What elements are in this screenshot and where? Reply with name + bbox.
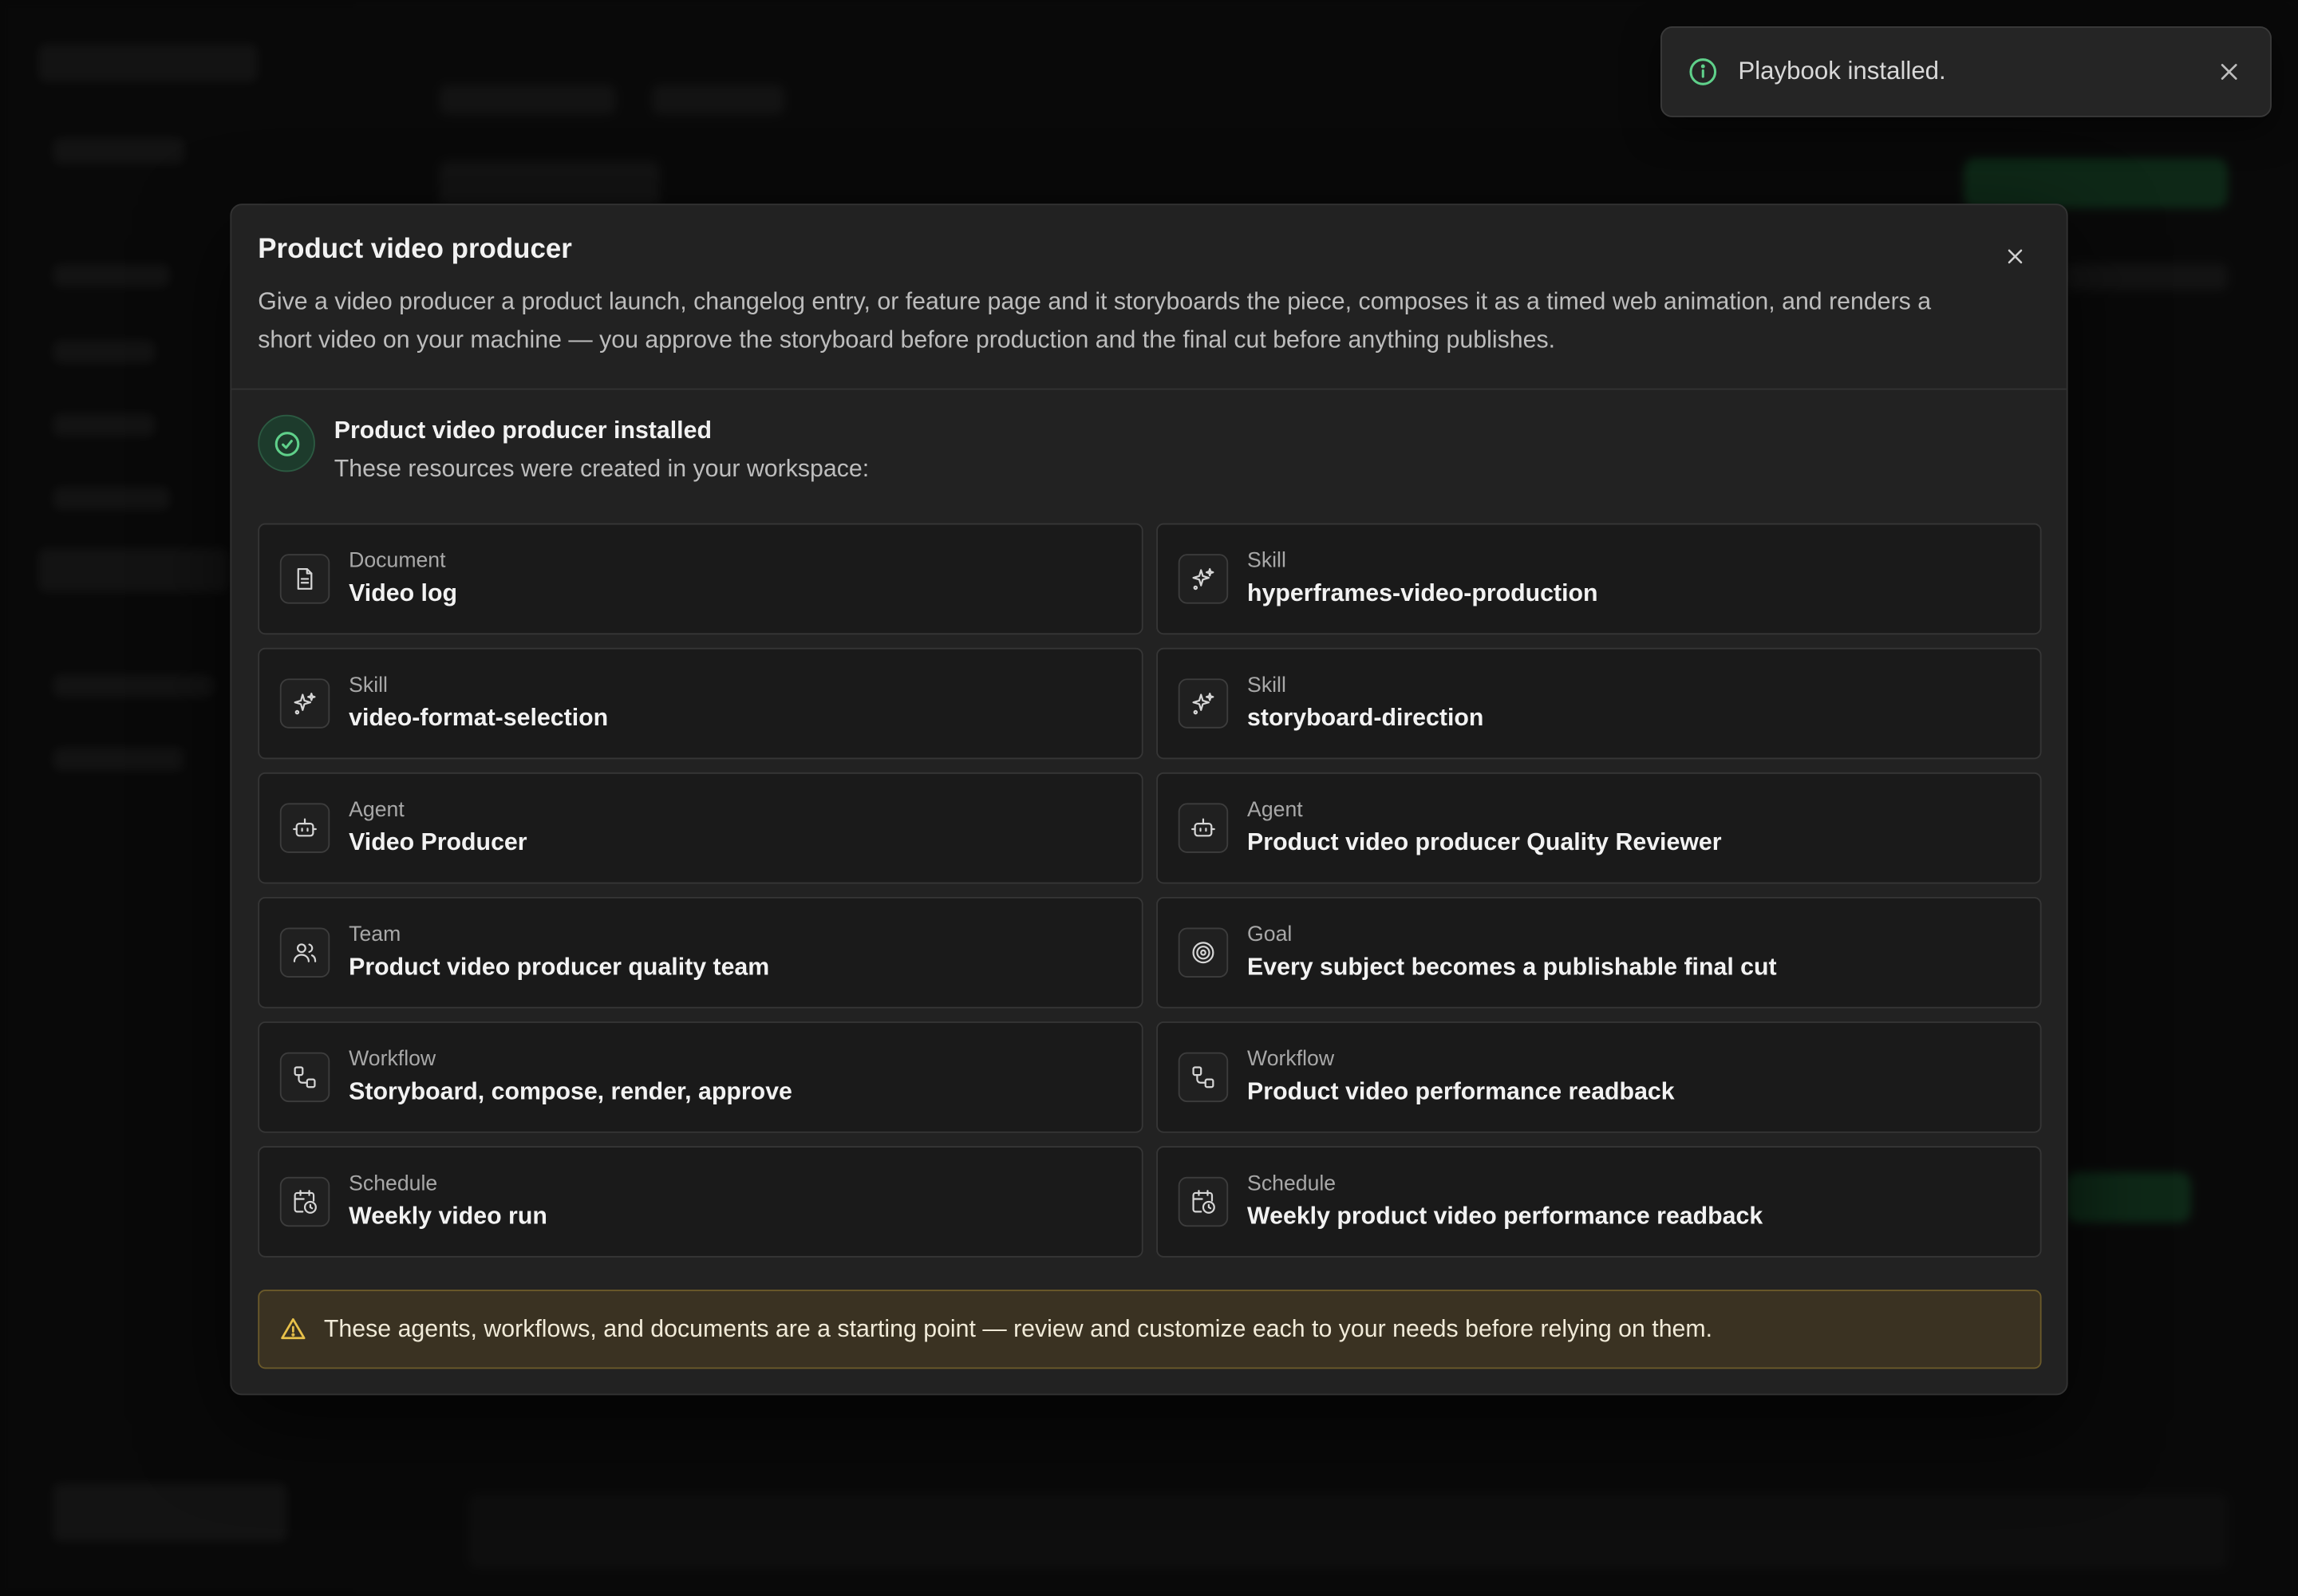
resource-type: Skill: [1247, 549, 1286, 574]
resource-name: Product video producer quality team: [349, 954, 770, 981]
resource-card[interactable]: Schedule Weekly product video performance…: [1156, 1146, 2042, 1258]
installed-title: Product video producer installed: [334, 417, 712, 444]
toast-message: Playbook installed.: [1738, 57, 1946, 85]
resource-name: hyperframes-video-production: [1247, 580, 1598, 607]
resource-name: Product video performance readback: [1247, 1078, 1675, 1105]
document-icon: [279, 554, 330, 604]
close-icon: [2008, 249, 2023, 264]
resource-type: Document: [349, 549, 446, 574]
resource-card[interactable]: Team Product video producer quality team: [258, 896, 1143, 1009]
sparkles-icon: [1178, 678, 1229, 729]
resource-name: video-format-selection: [349, 705, 609, 732]
resource-card[interactable]: Skill storyboard-direction: [1156, 647, 2042, 760]
resource-card[interactable]: Workflow Product video performance readba…: [1156, 1021, 2042, 1133]
check-circle-icon: [258, 414, 315, 472]
resource-type: Agent: [1247, 798, 1303, 823]
installed-summary: Product video producer installed These r…: [258, 414, 870, 484]
resource-list: Document Video log Skill hyperframes-video-…: [258, 523, 2042, 1258]
toast-close-button[interactable]: [2214, 57, 2244, 87]
resource-name: Video log: [349, 580, 457, 607]
resource-type: Schedule: [1247, 1172, 1337, 1196]
resource-type: Team: [349, 923, 401, 947]
workflow-icon: [279, 1052, 330, 1103]
playbook-installed-dialog: Product video producer Give a video prod…: [230, 203, 2068, 1396]
info-icon: [1688, 57, 1718, 87]
calendar-clock-icon: [1178, 1176, 1229, 1227]
resource-type: Workflow: [1247, 1048, 1335, 1072]
resource-name: Weekly video run: [349, 1203, 547, 1230]
warning-icon: [280, 1316, 306, 1342]
users-icon: [279, 927, 330, 978]
installed-subtitle: These resources were created in your wor…: [334, 456, 870, 483]
resource-type: Workflow: [349, 1048, 436, 1072]
resource-card[interactable]: Agent Video Producer: [258, 772, 1143, 884]
resource-name: Storyboard, compose, render, approve: [349, 1078, 792, 1105]
resource-card[interactable]: Workflow Storyboard, compose, render, app…: [258, 1021, 1143, 1133]
resource-card[interactable]: Skill hyperframes-video-production: [1156, 523, 2042, 635]
resource-type: Skill: [1247, 674, 1286, 698]
warning-text: These agents, workflows, and documents a…: [323, 1315, 1713, 1342]
warning-banner: These agents, workflows, and documents a…: [258, 1290, 2042, 1369]
workflow-icon: [1178, 1052, 1229, 1103]
calendar-clock-icon: [279, 1176, 330, 1227]
dialog-close-button[interactable]: [1999, 240, 2031, 272]
resource-card[interactable]: Document Video log: [258, 523, 1143, 635]
resource-card[interactable]: Agent Product video producer Quality Revi…: [1156, 772, 2042, 884]
dialog-description: Give a video producer a product launch, …: [258, 288, 1932, 354]
dialog-title: Product video producer: [258, 234, 572, 266]
resource-name: Weekly product video performance readbac…: [1247, 1203, 1763, 1230]
sparkles-icon: [279, 678, 330, 729]
resource-type: Skill: [349, 674, 388, 698]
resource-type: Goal: [1247, 923, 1293, 947]
resource-name: Video Producer: [349, 829, 527, 856]
resource-card[interactable]: Skill video-format-selection: [258, 647, 1143, 760]
target-icon: [1178, 927, 1229, 978]
close-icon: [2221, 64, 2237, 80]
sparkles-icon: [1178, 554, 1229, 604]
resource-card[interactable]: Goal Every subject becomes a publishable …: [1156, 896, 2042, 1009]
resource-name: storyboard-direction: [1247, 705, 1484, 732]
toast-notification: Playbook installed.: [1660, 26, 2272, 117]
resource-card[interactable]: Schedule Weekly video run: [258, 1146, 1143, 1258]
bot-icon: [279, 803, 330, 853]
bot-icon: [1178, 803, 1229, 853]
resource-name: Every subject becomes a publishable fina…: [1247, 954, 1777, 981]
resource-type: Schedule: [349, 1172, 438, 1196]
dialog-header: Product video producer Give a video prod…: [231, 205, 2067, 390]
resource-type: Agent: [349, 798, 405, 823]
resource-name: Product video producer Quality Reviewer: [1247, 829, 1722, 856]
